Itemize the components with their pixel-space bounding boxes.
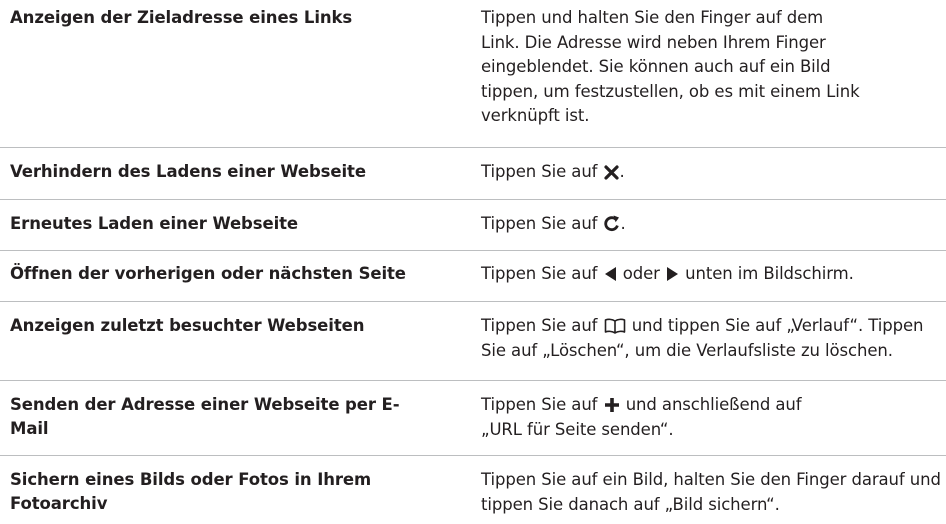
row-divider <box>0 301 946 302</box>
row-action: Anzeigen zuletzt besuchter Webseiten <box>10 316 365 335</box>
stop-x-icon <box>603 165 619 180</box>
instruction-text: Tippen Sie auf <box>481 214 598 233</box>
instruction-text: Tippen Sie auf <box>481 264 598 283</box>
row-instruction: Tippen Sie auf und tippen Sie auf „Verla… <box>481 314 941 363</box>
row-divider <box>0 147 946 148</box>
row-action: Erneutes Laden einer Webseite <box>10 214 299 233</box>
instruction-text: unten im Bildschirm. <box>685 264 854 283</box>
back-arrow-icon <box>604 266 617 282</box>
instruction-text: . <box>619 162 625 181</box>
instruction-text: Tippen Sie auf <box>481 316 598 335</box>
plus-icon <box>604 397 620 413</box>
instruction-text: . <box>620 214 626 233</box>
row-divider <box>0 380 946 381</box>
row-instruction: Tippen Sie auf . <box>481 160 941 185</box>
row-action: Sichern eines Bilds oder Fotos in Ihrem … <box>10 470 372 513</box>
row-action: Öffnen der vorherigen oder nächsten Seit… <box>10 264 406 283</box>
row-instruction: Tippen und halten Sie den Finger auf dem… <box>481 8 860 126</box>
forward-arrow-icon <box>666 266 679 282</box>
instruction-text: oder <box>622 264 660 283</box>
row-instruction: Tippen Sie auf und anschließend auf „URL… <box>481 393 826 442</box>
row-divider <box>0 455 946 456</box>
reload-icon <box>603 214 620 232</box>
instruction-text: Tippen Sie auf <box>481 162 598 181</box>
row-instruction: Tippen Sie auf . <box>481 212 941 237</box>
row-divider <box>0 199 946 200</box>
instruction-text: Tippen Sie auf <box>481 395 598 414</box>
row-divider <box>0 250 946 251</box>
row-action: Verhindern des Ladens einer Webseite <box>10 162 366 181</box>
bookmarks-icon <box>604 318 626 334</box>
row-action: Senden der Adresse einer Webseite per E-… <box>10 395 400 438</box>
row-instruction: Tippen Sie auf oder unten im Bildschirm. <box>481 262 941 287</box>
row-instruction: Tippen Sie auf ein Bild, halten Sie den … <box>481 470 941 514</box>
row-action: Anzeigen der Zieladresse eines Links <box>10 8 353 27</box>
